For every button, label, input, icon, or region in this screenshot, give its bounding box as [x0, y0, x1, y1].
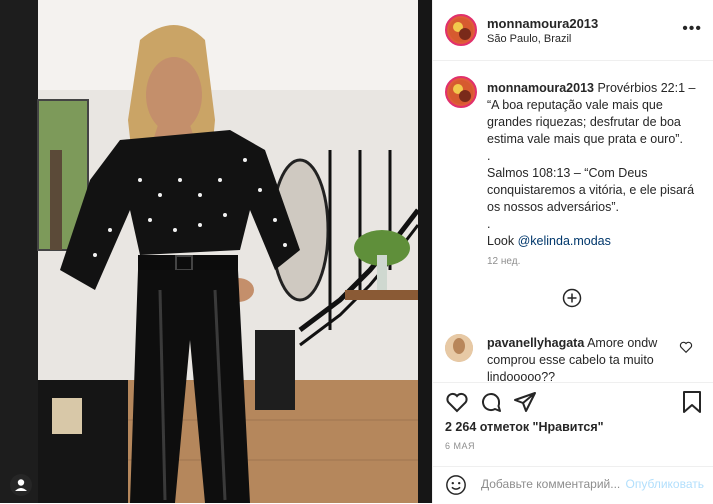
post-caption: monnamoura2013 Provérbios 22:1 – “A boa … — [487, 80, 705, 250]
caption-username[interactable]: monnamoura2013 — [487, 81, 594, 95]
author-avatar[interactable] — [445, 14, 477, 46]
post-header: monnamoura2013 São Paulo, Brazil ••• — [433, 0, 713, 61]
load-more-comments-icon[interactable] — [562, 288, 582, 308]
post-photo[interactable] — [0, 0, 432, 503]
author-username[interactable]: monnamoura2013 — [487, 16, 598, 31]
comment-like-heart-icon[interactable] — [679, 340, 693, 354]
comment-text: Amore ondw — [587, 336, 658, 350]
save-bookmark-icon[interactable] — [681, 390, 703, 414]
caption-author-avatar[interactable] — [445, 76, 477, 108]
look-prefix: Look — [487, 234, 518, 248]
comment-item: pavanellyhagata Amore ondw comprou esse … — [487, 335, 677, 386]
caption-line: os nossos adversários”. — [487, 200, 620, 214]
caption-line: “A boa reputação vale mais que — [487, 98, 663, 112]
share-paper-plane-icon[interactable] — [513, 390, 537, 414]
post-location[interactable]: São Paulo, Brazil — [487, 33, 598, 45]
post-date: 6 МАЯ — [445, 441, 476, 451]
comment-input[interactable] — [479, 476, 629, 492]
commenter-avatar[interactable] — [445, 334, 473, 362]
emoji-icon[interactable] — [445, 474, 467, 496]
caption-line: . — [487, 217, 491, 231]
more-icon[interactable]: ••• — [682, 20, 702, 38]
post-details-panel: monnamoura2013 São Paulo, Brazil ••• mon… — [432, 0, 713, 503]
commenter-username[interactable]: pavanellyhagata — [487, 336, 584, 350]
publish-button[interactable]: Опубликовать — [626, 477, 704, 491]
likes-count[interactable]: 2 264 отметок "Нравится" — [445, 420, 604, 434]
caption-line: conquistaremos a vitória, e ele pisará — [487, 183, 695, 197]
add-comment-bar: Опубликовать — [433, 466, 713, 504]
caption-line: Salmos 108:13 – “Com Deus — [487, 166, 648, 180]
caption-line: Provérbios 22:1 – — [597, 81, 696, 95]
post-age: 12 нед. — [487, 256, 521, 267]
caption-line: estima vale mais que prata e ouro”. — [487, 132, 683, 146]
post-image — [0, 0, 432, 503]
comment-text: comprou esse cabelo ta muito — [487, 353, 654, 367]
mention-link[interactable]: @kelinda.modas — [518, 234, 611, 248]
like-heart-icon[interactable] — [445, 390, 469, 414]
caption-line: . — [487, 149, 491, 163]
caption-line: grandes riquezas; desfrutar de boa — [487, 115, 681, 129]
tagged-user-icon[interactable] — [10, 474, 32, 496]
header-text: monnamoura2013 São Paulo, Brazil — [487, 16, 598, 45]
actions-bar — [433, 382, 713, 383]
comment-bubble-icon[interactable] — [479, 390, 503, 414]
